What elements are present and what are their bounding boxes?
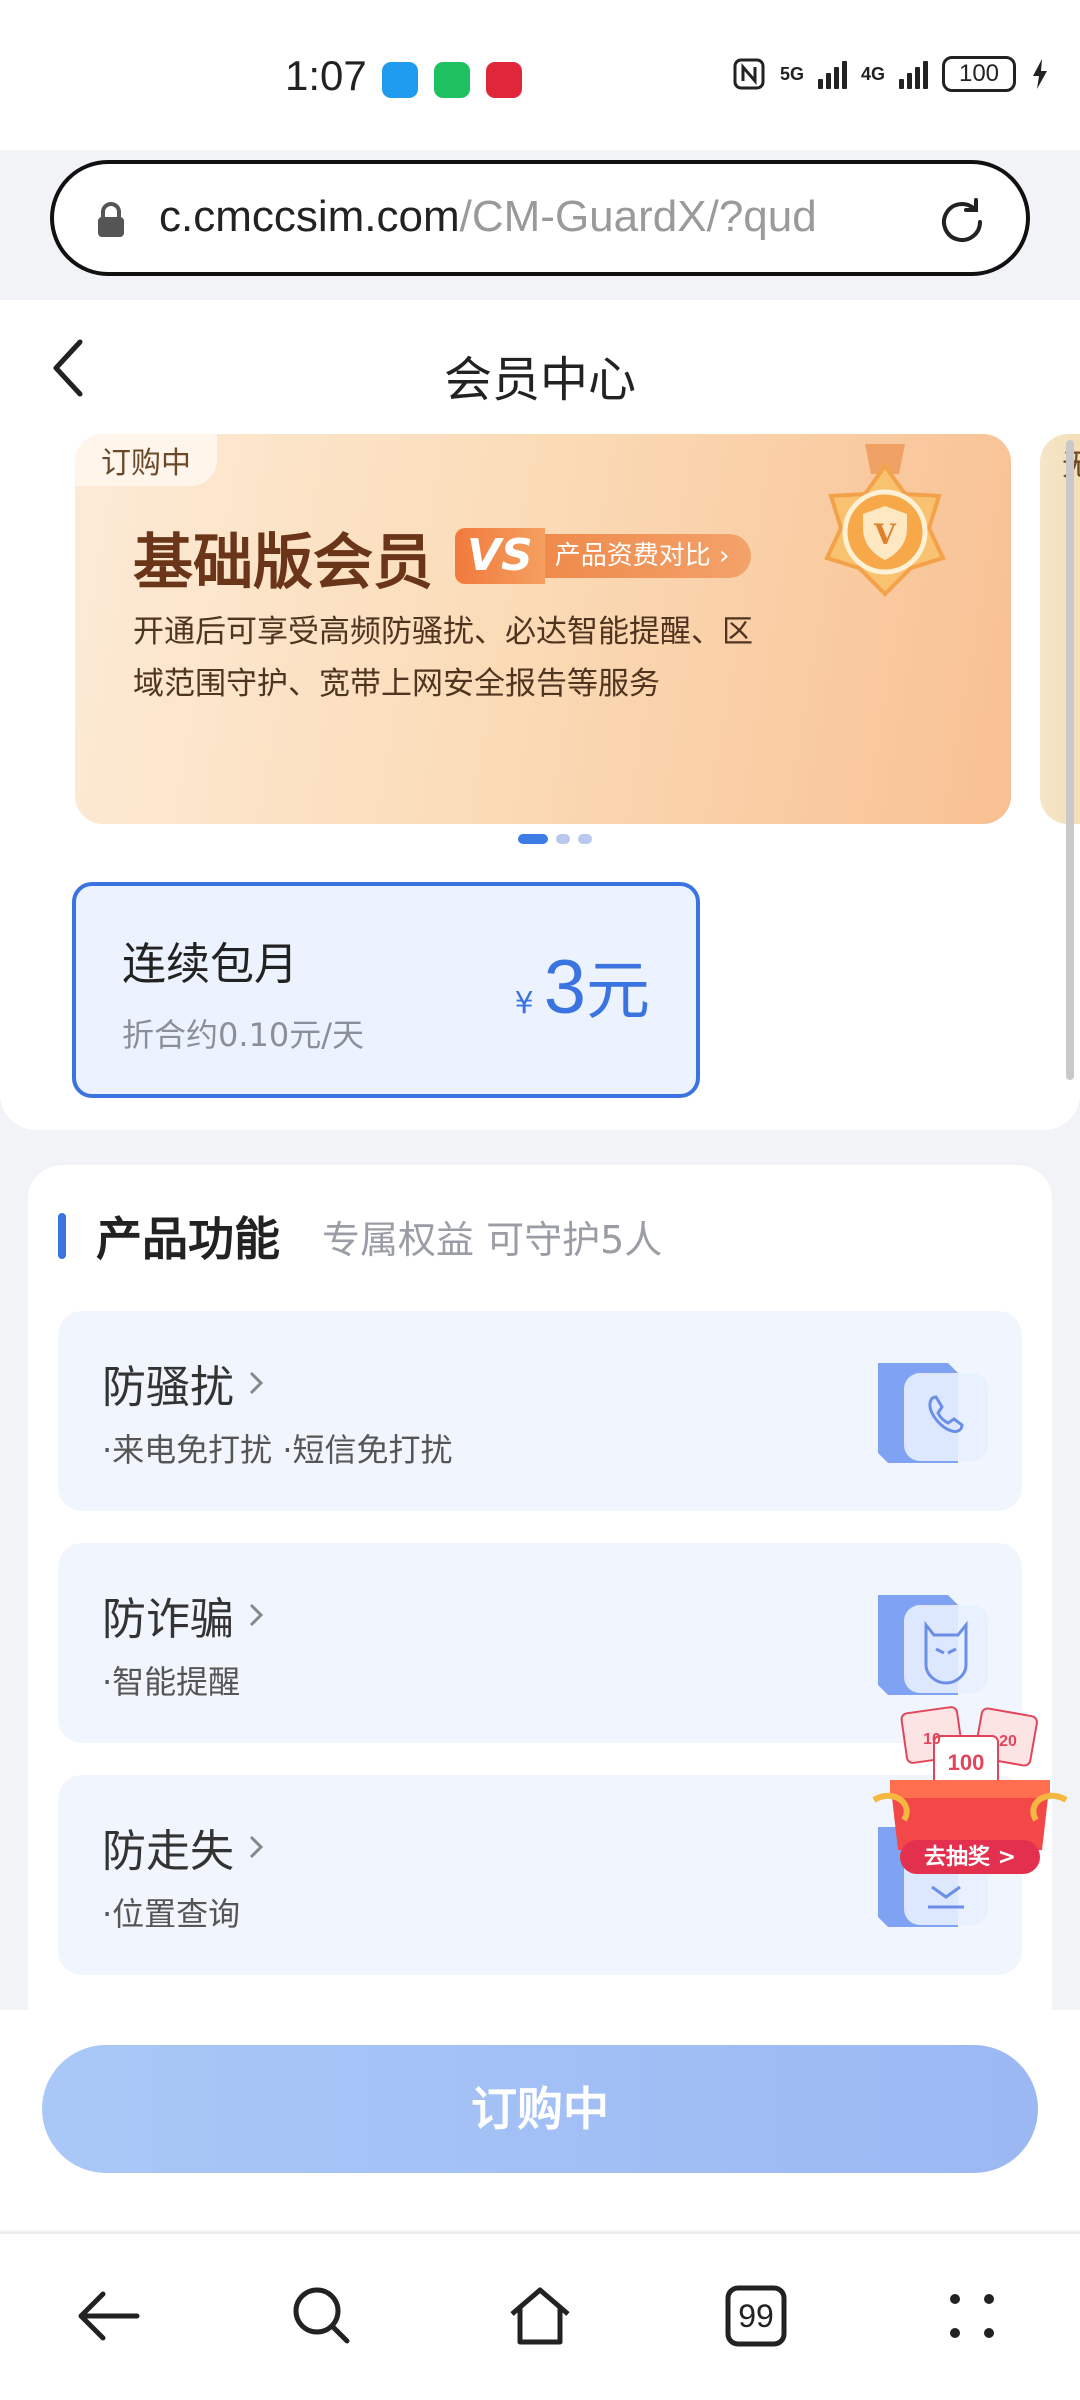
- action-area: 订购中: [0, 2010, 1080, 2230]
- feature-name: 防骚扰: [102, 1351, 264, 1415]
- more-icon: [950, 2294, 994, 2338]
- signal-bars-2-icon: [899, 59, 928, 89]
- phone-icon: [878, 1363, 988, 1463]
- plan-name: 连续包月: [122, 939, 298, 990]
- lock-icon: [98, 202, 124, 237]
- signal-label-2: 4G: [860, 63, 885, 84]
- feature-description: ·来电免打扰 ·短信免打扰: [102, 1431, 453, 1469]
- url-path: /CM-GuardX/?qud: [459, 192, 817, 241]
- lottery-float-button[interactable]: 10 100 20 去抽奖 >: [870, 1700, 1070, 1890]
- svg-text:10: 10: [923, 1731, 941, 1748]
- membership-banner[interactable]: 订购中 基础版会员 VS 产品资费对比 › 开通后可享受高频防骚扰、必达智能提醒…: [75, 434, 1011, 824]
- page-header: 会员中心: [0, 300, 1080, 435]
- price-amount: 3: [543, 945, 586, 1030]
- feature-name: 防诈骗: [102, 1583, 264, 1647]
- nav-menu-button[interactable]: [932, 2276, 1012, 2356]
- carousel-indicator: [0, 834, 1080, 844]
- next-banner-peek[interactable]: 无: [1040, 434, 1080, 824]
- subscription-status-tag: 订购中: [75, 434, 217, 486]
- currency-symbol: ¥: [514, 986, 534, 1021]
- feature-card-anti-harassment[interactable]: 防骚扰 ·来电免打扰 ·短信免打扰: [58, 1311, 1022, 1511]
- svg-text:100: 100: [948, 1750, 985, 1775]
- section-title: 产品功能: [96, 1212, 280, 1266]
- nfc-icon: [733, 58, 765, 90]
- reload-icon[interactable]: [934, 194, 990, 250]
- browser-navigation-bar: 99: [0, 2232, 1080, 2400]
- shopping-app-icon: [486, 62, 522, 98]
- home-icon: [510, 2287, 570, 2345]
- page-title: 会员中心: [443, 352, 636, 408]
- price-compare-label: 产品资费对比 ›: [544, 534, 752, 578]
- feature-name: 防走失: [102, 1815, 264, 1879]
- plan-option-monthly[interactable]: 连续包月 折合约0.10元/天 ¥ 3 元: [72, 882, 700, 1098]
- scrollbar[interactable]: [1066, 440, 1074, 1080]
- carousel-dot-active: [518, 834, 548, 844]
- feature-description: ·智能提醒: [102, 1663, 241, 1701]
- status-time: 1:07: [285, 52, 367, 99]
- mask-icon: [878, 1595, 988, 1695]
- wechat-app-icon: [434, 62, 470, 98]
- nav-back-button[interactable]: [68, 2276, 148, 2356]
- plan-price: ¥ 3 元: [515, 940, 650, 1032]
- membership-panel: 订购中 基础版会员 VS 产品资费对比 › 开通后可享受高频防骚扰、必达智能提醒…: [0, 430, 1080, 1130]
- carousel-dot: [578, 834, 592, 844]
- section-subtitle: 专属权益 可守护5人: [322, 1218, 663, 1262]
- chevron-right-icon: [249, 1371, 264, 1395]
- nav-tabs-button[interactable]: 99: [716, 2276, 796, 2356]
- battery-indicator: 100: [942, 56, 1016, 92]
- chevron-right-icon: [249, 1603, 264, 1627]
- address-bar[interactable]: c.cmccsim.com/CM-GuardX/?qud: [50, 160, 1030, 276]
- vs-mark: VS: [455, 528, 545, 584]
- signal-label-1: 5G: [779, 63, 804, 84]
- arrow-left-icon: [78, 2291, 140, 2341]
- section-accent-bar: [58, 1213, 66, 1259]
- price-unit: 元: [586, 955, 650, 1029]
- charging-icon: [1033, 59, 1047, 89]
- price-compare-button[interactable]: VS 产品资费对比 ›: [455, 528, 752, 584]
- svg-text:V: V: [873, 518, 897, 551]
- carousel-dot: [556, 834, 570, 844]
- signal-bars-1-icon: [817, 59, 847, 89]
- status-indicators: 5G 4G 100: [732, 56, 1050, 92]
- status-bar: 1:07 5G 4G 100: [0, 0, 1080, 150]
- feature-description: ·位置查询: [102, 1895, 241, 1933]
- messages-app-icon: [382, 62, 418, 98]
- subscribe-button[interactable]: 订购中: [42, 2045, 1038, 2173]
- medal-icon: V: [824, 444, 946, 597]
- url-host: c.cmccsim.com: [159, 192, 460, 241]
- nav-home-button[interactable]: [500, 2276, 580, 2356]
- membership-description: 开通后可享受高频防骚扰、必达智能提醒、区域范围守护、宽带上网安全报告等服务: [133, 614, 753, 702]
- search-icon: [293, 2287, 350, 2344]
- svg-text:20: 20: [999, 1733, 1017, 1750]
- svg-text:去抽奖 >: 去抽奖 >: [924, 1844, 1016, 1870]
- plan-daily-price: 折合约0.10元/天: [122, 1016, 365, 1054]
- chevron-right-icon: [249, 1835, 264, 1859]
- tabs-count: 99: [738, 2297, 774, 2334]
- product-features-section: 产品功能 专属权益 可守护5人 防骚扰 ·来电免打扰 ·短信免打扰 防诈骗 ·智…: [28, 1165, 1052, 2025]
- url-text[interactable]: c.cmccsim.com/CM-GuardX/?qud: [159, 192, 939, 242]
- nav-search-button[interactable]: [282, 2276, 362, 2356]
- membership-title: 基础版会员: [133, 528, 433, 598]
